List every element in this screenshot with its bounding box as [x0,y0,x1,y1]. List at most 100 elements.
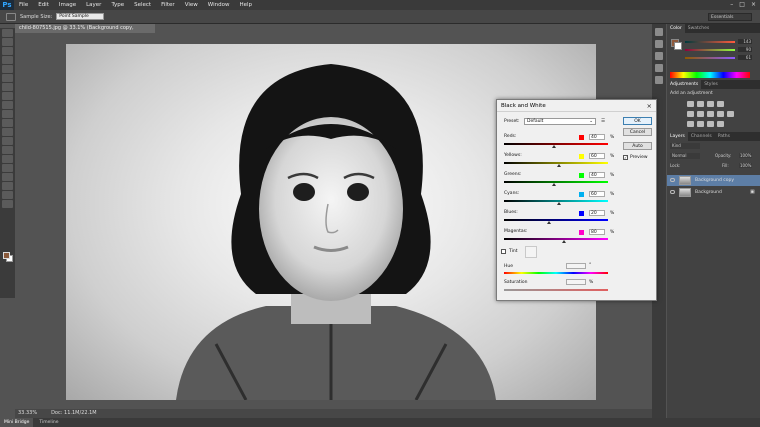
cyans-slider-thumb[interactable] [557,202,561,205]
blend-mode-select[interactable]: Normal [670,153,700,159]
shape-tool-icon[interactable] [2,182,13,190]
type-tool-icon[interactable] [2,164,13,172]
tab-styles[interactable]: Styles [701,80,721,89]
invert-icon[interactable] [687,121,694,127]
reds-slider-thumb[interactable] [552,145,556,148]
levels-icon[interactable] [697,101,704,107]
tint-checkbox[interactable] [501,249,506,254]
threshold-icon[interactable] [707,121,714,127]
path-select-tool-icon[interactable] [2,173,13,181]
ok-button[interactable]: OK [623,117,652,125]
hue-slider-track[interactable] [504,272,608,274]
photo-filter-icon[interactable] [727,111,734,117]
magentas-value[interactable]: 80 [589,229,605,235]
pen-tool-icon[interactable] [2,155,13,163]
red-slider[interactable] [685,41,735,43]
hue-value[interactable] [566,263,586,269]
preview-checkbox[interactable]: ✓ [623,155,628,160]
tab-channels[interactable]: Channels [688,132,715,141]
layer-kind-filter[interactable]: Kind [670,143,700,149]
maximize-icon[interactable]: □ [739,1,745,8]
eyedropper-icon[interactable] [2,74,13,82]
lasso-tool-icon[interactable] [2,47,13,55]
menu-select[interactable]: Select [129,2,156,8]
healing-tool-icon[interactable] [2,83,13,91]
color-balance-icon[interactable] [707,111,714,117]
history-brush-icon[interactable] [2,110,13,118]
paragraph-panel-icon[interactable] [655,76,663,84]
menu-window[interactable]: Window [203,2,235,8]
fill-value[interactable]: 100% [739,163,753,168]
gradient-map-icon[interactable] [717,121,724,127]
dodge-tool-icon[interactable] [2,146,13,154]
blues-slider-track[interactable] [504,219,608,221]
gradient-tool-icon[interactable] [2,128,13,136]
magentas-slider-track[interactable] [504,238,608,240]
tab-mini-bridge[interactable]: Mini Bridge [0,418,34,427]
properties-panel-icon[interactable] [655,40,663,48]
green-slider[interactable] [685,49,735,51]
vibrance-icon[interactable] [687,111,694,117]
zoom-tool-icon[interactable] [2,200,13,208]
color-bg-swatch[interactable] [674,42,682,50]
sample-size-select[interactable]: Point Sample [56,13,105,20]
layer-row-background[interactable]: Background ▣ [667,187,760,198]
magentas-slider-thumb[interactable] [562,240,566,243]
clone-tool-icon[interactable] [2,101,13,109]
blue-slider[interactable] [685,57,735,59]
tab-layers[interactable]: Layers [667,132,688,141]
greens-value[interactable]: 40 [589,172,605,178]
menu-layer[interactable]: Layer [81,2,106,8]
preset-select[interactable]: Default ⌄ [524,118,596,125]
tab-timeline[interactable]: Timeline [35,418,62,427]
greens-slider-track[interactable] [504,181,608,183]
foreground-color-swatch[interactable] [3,252,10,259]
saturation-slider-track[interactable] [504,289,608,291]
color-spectrum-ramp[interactable] [670,72,750,78]
dialog-close-icon[interactable]: × [647,102,652,110]
crop-tool-icon[interactable] [2,65,13,73]
tab-adjustments[interactable]: Adjustments [667,80,702,89]
brightness-contrast-icon[interactable] [687,101,694,107]
move-tool-icon[interactable] [2,29,13,37]
menu-filter[interactable]: Filter [156,2,180,8]
menu-type[interactable]: Type [106,2,129,8]
tint-color-swatch[interactable] [525,246,537,258]
tab-swatches[interactable]: Swatches [685,24,713,33]
blues-slider-thumb[interactable] [547,221,551,224]
menu-file[interactable]: File [14,2,33,8]
brush-tool-icon[interactable] [2,92,13,100]
tab-color[interactable]: Color [667,24,685,33]
zoom-level[interactable]: 33.33% [18,409,37,418]
auto-button[interactable]: Auto [623,142,652,150]
yellows-value[interactable]: 60 [589,153,605,159]
workspace-select[interactable]: Essentials [708,13,752,21]
greens-slider-thumb[interactable] [552,183,556,186]
blur-tool-icon[interactable] [2,137,13,145]
menu-edit[interactable]: Edit [33,2,54,8]
saturation-value[interactable] [566,279,586,285]
document-tab[interactable]: child-807515.jpg @ 33.1% (Background cop… [15,24,155,40]
yellows-slider-thumb[interactable] [557,164,561,167]
reds-slider-track[interactable] [504,143,608,145]
reds-value[interactable]: 40 [589,134,605,140]
green-value[interactable]: 90 [738,47,752,52]
visibility-eye-icon[interactable] [670,178,675,182]
visibility-eye-icon[interactable] [670,190,675,194]
blue-value[interactable]: 61 [738,55,752,60]
menu-help[interactable]: Help [234,2,257,8]
layer-row-background-copy[interactable]: Background copy [667,175,760,186]
quick-select-tool-icon[interactable] [2,56,13,64]
character-panel-icon[interactable] [655,64,663,72]
black-white-icon[interactable] [717,111,724,117]
marquee-tool-icon[interactable] [2,38,13,46]
eyedropper-tool-icon[interactable] [6,12,16,21]
posterize-icon[interactable] [697,121,704,127]
preset-menu-icon[interactable]: ☰ [601,119,605,124]
cancel-button[interactable]: Cancel [623,128,652,136]
blues-value[interactable]: 20 [589,210,605,216]
close-window-icon[interactable]: × [751,1,756,8]
cyans-value[interactable]: 60 [589,191,605,197]
menu-view[interactable]: View [180,2,203,8]
opacity-value[interactable]: 100% [739,153,753,158]
